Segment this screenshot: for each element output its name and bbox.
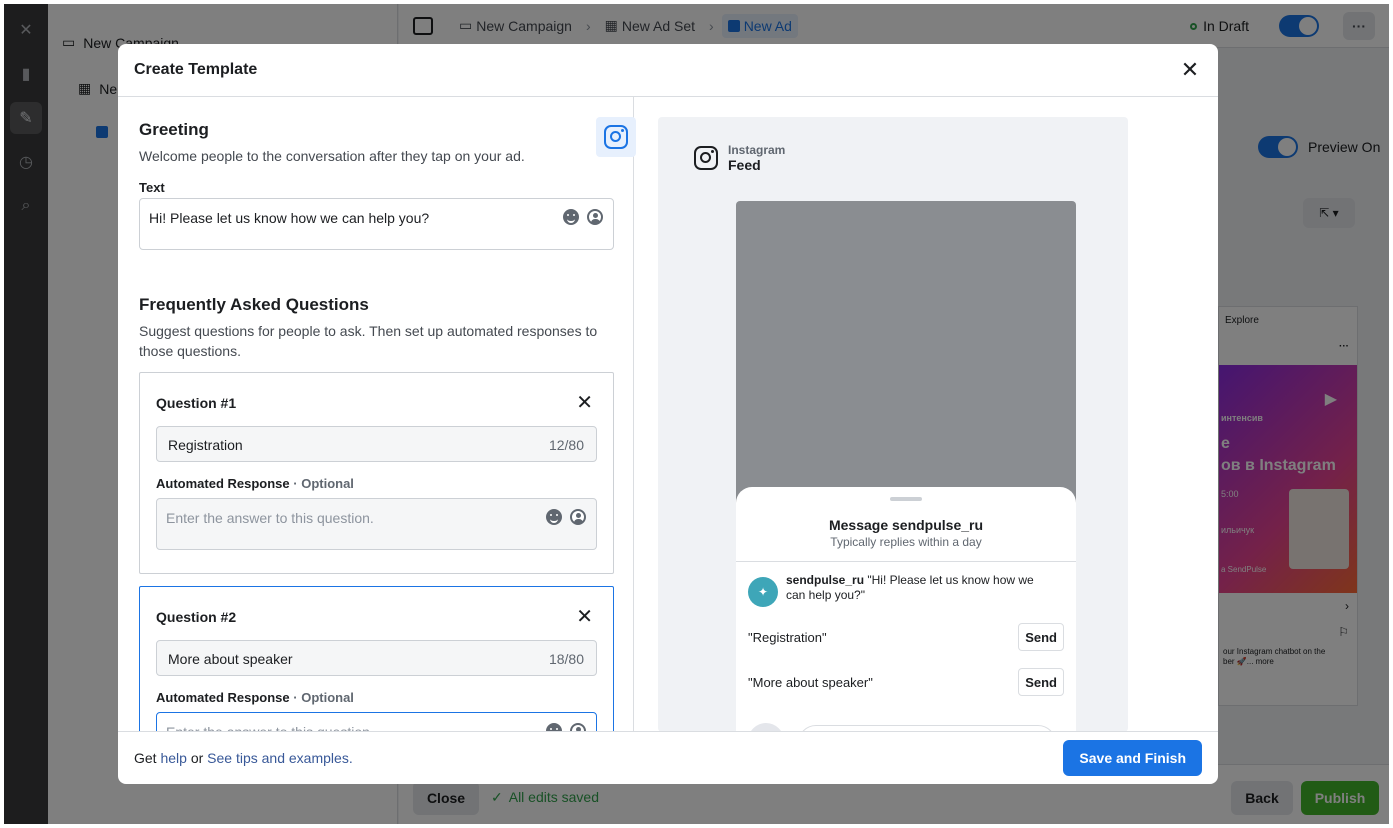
sheet-title: Message sendpulse_ru — [828, 517, 984, 533]
placement-label: Instagram Feed — [728, 143, 785, 173]
quick-reply-row: "Registration" Send — [748, 623, 1064, 651]
question-value: More about speaker — [168, 651, 293, 667]
question-title: Question #1 — [156, 395, 237, 411]
quick-reply-text: "Registration" — [748, 629, 827, 645]
response-input[interactable]: Enter the answer to this question. — [156, 712, 597, 732]
question-card: Question #1 ✕ Registration 12/80 Automat… — [139, 372, 614, 574]
personalize-icon[interactable] — [587, 209, 603, 225]
sender-name: sendpulse_ru — [786, 573, 865, 587]
dialog-title: Create Template — [134, 61, 258, 78]
phone-preview: Message sendpulse_ru Typically replies w… — [736, 201, 1076, 732]
avatar: ✦ — [748, 577, 778, 607]
create-template-dialog: Create Template ✕ Greeting Welcome peopl… — [118, 44, 1218, 784]
instagram-placement-tab[interactable] — [596, 117, 636, 157]
dialog-footer: Get help or See tips and examples. Save … — [118, 731, 1218, 784]
greeting-section: Greeting Welcome people to the conversat… — [126, 110, 626, 270]
greeting-title: Greeting — [139, 120, 209, 139]
response-input[interactable]: Enter the answer to this question. — [156, 498, 597, 550]
emoji-icon[interactable] — [563, 209, 579, 225]
dialog-body: Greeting Welcome people to the conversat… — [118, 96, 1218, 732]
question-input[interactable]: More about speaker 18/80 — [156, 640, 597, 676]
preview-header: Instagram Feed — [694, 143, 785, 173]
tips-link[interactable]: See tips and examples. — [207, 750, 353, 766]
remove-icon[interactable]: ✕ — [576, 393, 593, 413]
question-title: Question #2 — [156, 609, 237, 625]
emoji-icon[interactable] — [546, 509, 562, 525]
dialog-header: Create Template ✕ — [118, 44, 1218, 96]
platform-name: Instagram — [728, 143, 786, 157]
greeting-text-field[interactable]: Hi! Please let us know how we can help y… — [139, 198, 614, 250]
help-link[interactable]: help — [160, 750, 186, 766]
response-label: Automated Response · Optional — [156, 690, 354, 705]
question-card: Question #2 ✕ More about speaker 18/80 A… — [139, 586, 614, 732]
quick-reply-text: "More about speaker" — [748, 674, 873, 690]
divider — [736, 561, 1076, 562]
greeting-text-value: Hi! Please let us know how we can help y… — [149, 210, 430, 226]
send-button[interactable]: Send — [1018, 623, 1064, 651]
char-counter: 12/80 — [548, 437, 584, 453]
footer-text: or — [190, 750, 204, 766]
greeting-description: Welcome people to the conversation after… — [139, 148, 525, 164]
question-value: Registration — [168, 437, 243, 453]
char-counter: 18/80 — [548, 651, 584, 667]
text-tools — [563, 209, 603, 225]
sheet-handle — [890, 497, 922, 501]
sheet-subtitle: Typically replies within a day — [830, 535, 982, 549]
personalize-icon[interactable] — [570, 509, 586, 525]
message-sheet: Message sendpulse_ru Typically replies w… — [736, 487, 1076, 732]
remove-icon[interactable]: ✕ — [576, 607, 593, 627]
message-preview: Instagram Feed Message sendpulse_ru Typi… — [658, 117, 1128, 732]
response-placeholder: Enter the answer to this question. — [166, 510, 374, 526]
send-button[interactable]: Send — [1018, 668, 1064, 696]
instagram-icon — [604, 125, 628, 149]
text-tools — [546, 509, 586, 525]
faq-title: Frequently Asked Questions — [139, 295, 369, 314]
response-label: Automated Response · Optional — [156, 476, 354, 491]
text-label: Text — [139, 180, 165, 195]
save-and-finish-button[interactable]: Save and Finish — [1063, 740, 1202, 776]
template-form: Greeting Welcome people to the conversat… — [126, 97, 634, 732]
quick-reply-row: "More about speaker" Send — [748, 668, 1064, 696]
close-icon[interactable]: ✕ — [1178, 57, 1202, 82]
instagram-icon — [694, 146, 718, 170]
faq-description: Suggest questions for people to ask. The… — [139, 323, 598, 359]
greeting-message: sendpulse_ru "Hi! Please let us know how… — [786, 573, 1056, 603]
question-input[interactable]: Registration 12/80 — [156, 426, 597, 462]
placement-name: Feed — [728, 157, 761, 173]
footer-text: Get — [134, 750, 157, 766]
